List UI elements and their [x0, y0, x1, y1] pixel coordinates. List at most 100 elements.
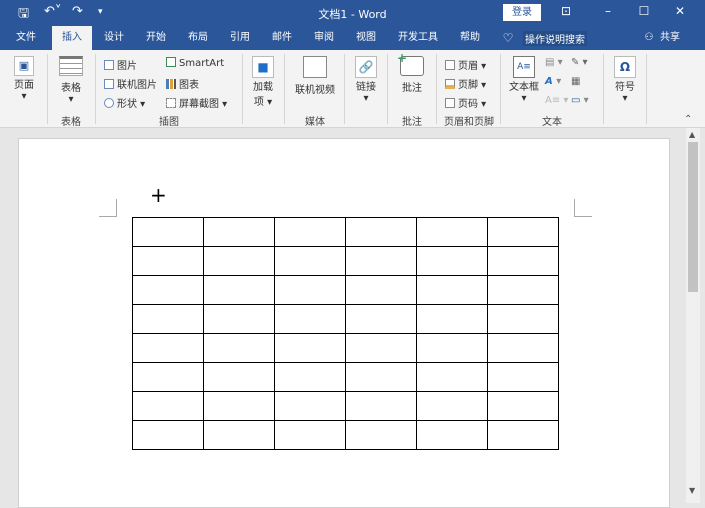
- table-cell[interactable]: [416, 391, 488, 421]
- table-cell[interactable]: [203, 246, 275, 276]
- picture-button[interactable]: 图片: [104, 57, 137, 72]
- smartart-button[interactable]: SmartArt: [166, 57, 224, 69]
- table-cell[interactable]: [416, 275, 488, 305]
- tell-me-search[interactable]: 操作说明搜索: [523, 31, 587, 46]
- tab-references[interactable]: 引用: [222, 26, 258, 50]
- header-button[interactable]: 页眉 ▾: [445, 57, 486, 72]
- table-cell[interactable]: [132, 246, 204, 276]
- drop-cap-button[interactable]: A≡ ▾: [545, 95, 568, 106]
- table-cell[interactable]: [203, 420, 275, 450]
- table-cell[interactable]: [487, 420, 559, 450]
- table-cell[interactable]: [487, 246, 559, 276]
- table-cell[interactable]: [132, 217, 204, 247]
- screenshot-button[interactable]: 屏幕截图 ▾: [166, 95, 227, 110]
- tab-mailings[interactable]: 邮件: [264, 26, 300, 50]
- table-cell[interactable]: [132, 391, 204, 421]
- table-cell[interactable]: [345, 275, 417, 305]
- table-cell[interactable]: [274, 275, 346, 305]
- table-cell[interactable]: [274, 217, 346, 247]
- table-cell[interactable]: [416, 217, 488, 247]
- table-button[interactable]: 表格 ▾: [54, 56, 88, 105]
- online-picture-button[interactable]: 联机图片: [104, 76, 157, 91]
- tab-design[interactable]: 设计: [96, 26, 132, 50]
- tab-developer[interactable]: 开发工具: [392, 26, 444, 50]
- link-button[interactable]: 🔗 链接 ▾: [350, 56, 382, 104]
- chart-button[interactable]: 图表: [166, 76, 199, 91]
- divider: [95, 54, 96, 124]
- document-table[interactable]: [132, 217, 559, 450]
- minimize-icon[interactable]: –: [598, 4, 618, 18]
- table-cell[interactable]: [203, 333, 275, 363]
- table-cell[interactable]: [132, 362, 204, 392]
- table-cell[interactable]: [416, 420, 488, 450]
- table-cell[interactable]: [345, 362, 417, 392]
- table-cell[interactable]: [487, 217, 559, 247]
- table-cell[interactable]: [274, 420, 346, 450]
- scroll-thumb[interactable]: [688, 142, 698, 292]
- table-cell[interactable]: [487, 275, 559, 305]
- table-cell[interactable]: [487, 362, 559, 392]
- table-cell[interactable]: [203, 275, 275, 305]
- scroll-up-icon[interactable]: ▲: [689, 130, 695, 139]
- tab-file[interactable]: 文件: [6, 26, 46, 50]
- table-cell[interactable]: [345, 246, 417, 276]
- quick-parts-button[interactable]: ▤ ▾: [545, 57, 563, 68]
- login-button[interactable]: 登录: [503, 4, 541, 21]
- vertical-scrollbar[interactable]: ▲ ▼: [686, 128, 700, 503]
- date-time-icon[interactable]: ▦: [571, 76, 580, 87]
- table-cell[interactable]: [203, 391, 275, 421]
- table-cell[interactable]: [345, 391, 417, 421]
- table-cell[interactable]: [132, 420, 204, 450]
- tab-insert[interactable]: 插入: [52, 26, 92, 50]
- table-cell[interactable]: [203, 362, 275, 392]
- object-button[interactable]: ▭ ▾: [571, 95, 589, 106]
- table-cell[interactable]: [345, 217, 417, 247]
- shapes-button[interactable]: 形状 ▾: [104, 95, 145, 110]
- page-number-button[interactable]: 页码 ▾: [445, 95, 486, 110]
- tab-help[interactable]: 帮助: [452, 26, 488, 50]
- page-icon: ▣: [14, 56, 34, 76]
- tab-review[interactable]: 审阅: [306, 26, 342, 50]
- table-cell[interactable]: [487, 304, 559, 334]
- tab-view[interactable]: 视图: [348, 26, 384, 50]
- table-cell[interactable]: [203, 217, 275, 247]
- table-cell[interactable]: [132, 333, 204, 363]
- addins-button[interactable]: ■ 加载项 ▾: [248, 56, 278, 108]
- table-cell[interactable]: [132, 275, 204, 305]
- table-cell[interactable]: [274, 362, 346, 392]
- ribbon-display-icon[interactable]: ⊡: [556, 4, 576, 18]
- online-video-button[interactable]: 联机视频: [290, 56, 340, 96]
- table-cell[interactable]: [132, 304, 204, 334]
- collapse-ribbon-icon[interactable]: ⌃: [684, 114, 692, 125]
- footer-button[interactable]: 页脚 ▾: [445, 76, 486, 91]
- tab-home[interactable]: 开始: [138, 26, 174, 50]
- table-cell[interactable]: [274, 391, 346, 421]
- maximize-icon[interactable]: ☐: [634, 4, 654, 18]
- table-cell[interactable]: [487, 333, 559, 363]
- table-cell[interactable]: [274, 333, 346, 363]
- table-cell[interactable]: [416, 304, 488, 334]
- wordart-button[interactable]: A ▾: [545, 76, 561, 87]
- margin-corner: [574, 199, 592, 217]
- table-cell[interactable]: [345, 420, 417, 450]
- table-cell[interactable]: [274, 246, 346, 276]
- table-cell[interactable]: [345, 333, 417, 363]
- page-button[interactable]: ▣ 页面 ▾: [8, 56, 40, 102]
- table-cell[interactable]: [274, 304, 346, 334]
- table-cell[interactable]: [203, 304, 275, 334]
- table-cell[interactable]: [416, 246, 488, 276]
- signature-line-button[interactable]: ✎ ▾: [571, 57, 588, 68]
- table-cell[interactable]: [416, 362, 488, 392]
- tab-layout[interactable]: 布局: [180, 26, 216, 50]
- close-icon[interactable]: ✕: [670, 4, 690, 18]
- scroll-down-icon[interactable]: ▼: [689, 486, 695, 495]
- symbol-button[interactable]: Ω 符号 ▾: [610, 56, 640, 104]
- textbox-button[interactable]: A≡ 文本框 ▾: [506, 56, 542, 104]
- divider: [284, 54, 285, 124]
- table-cell[interactable]: [416, 333, 488, 363]
- table-cell[interactable]: [345, 304, 417, 334]
- table-cell[interactable]: [487, 391, 559, 421]
- comment-button[interactable]: + 批注: [393, 51, 431, 94]
- share-button[interactable]: 共享: [656, 26, 684, 50]
- table-row: [132, 333, 559, 363]
